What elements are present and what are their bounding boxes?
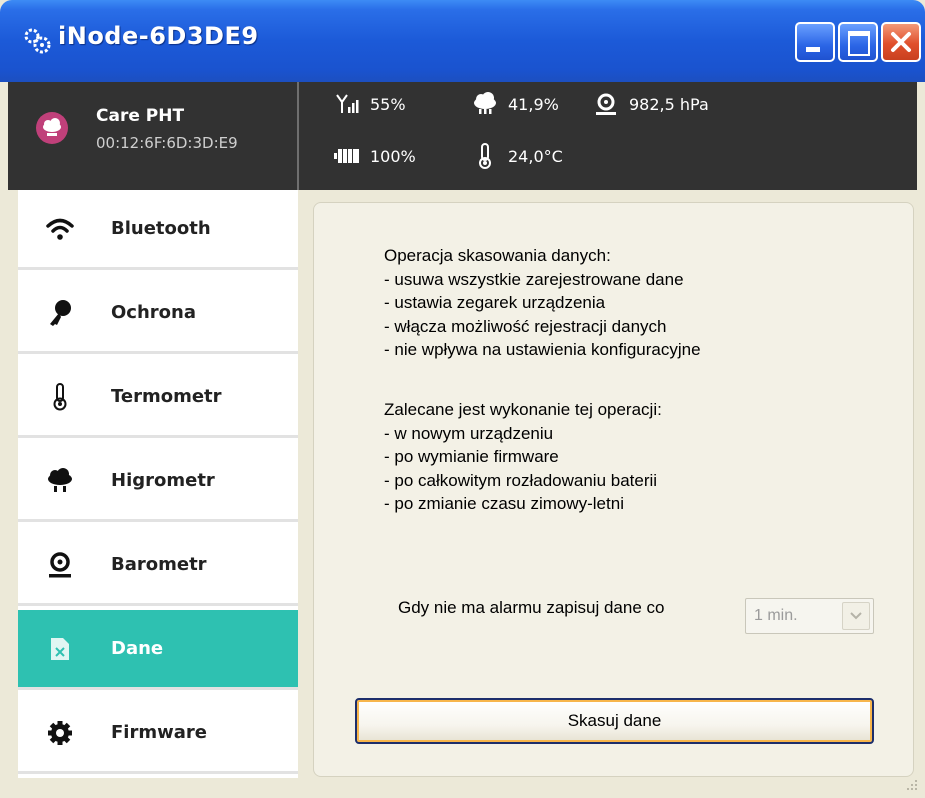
text-line: Operacja skasowania danych:: [384, 246, 611, 265]
wipe-description: Operacja skasowania danych: - usuwa wszy…: [384, 244, 701, 362]
cloud-icon: [43, 118, 61, 136]
recommendation-list: Zalecane jest wykonanie tej operacji: - …: [384, 398, 662, 516]
text-line: Zalecane jest wykonanie tej operacji:: [384, 400, 662, 419]
text-line: - po całkowitym rozładowaniu baterii: [384, 470, 658, 490]
sidebar-item-dane[interactable]: Dane: [18, 610, 298, 690]
battery-value: 100%: [370, 146, 416, 166]
interval-value: 1 min.: [754, 607, 798, 624]
resize-grip-icon[interactable]: [905, 778, 919, 792]
thermometer-icon: [46, 382, 74, 412]
humidity-value: 41,9%: [508, 94, 559, 114]
device-avatar: [36, 112, 68, 144]
app-gear-icon: [24, 28, 51, 54]
text-line: - po wymianie firmware: [384, 447, 559, 466]
temperature-value: 24,0°C: [508, 146, 563, 166]
sidebar-item-label: Termometr: [111, 386, 222, 407]
battery-stat: 100%: [334, 144, 416, 168]
device-status-header: Care PHT 00:12:6F:6D:3D:E9 55% 41,9% 982…: [8, 82, 917, 190]
temperature-stat: 24,0°C: [472, 143, 563, 169]
sidebar-item-firmware[interactable]: Firmware: [18, 694, 298, 774]
window-title: iNode-6D3DE9: [58, 22, 259, 50]
text-line: - nie wpływa na ustawienia konfiguracyjn…: [384, 340, 701, 359]
minimize-button[interactable]: [795, 22, 835, 62]
rain-cloud-icon: [46, 466, 74, 496]
rain-cloud-icon: [472, 92, 498, 116]
interval-label: Gdy nie ma alarmu zapisuj dane co: [398, 598, 665, 617]
thermometer-icon: [472, 143, 498, 169]
sidebar-item-ochrona[interactable]: Ochrona: [18, 274, 298, 354]
close-icon: [891, 32, 911, 52]
humidity-stat: 41,9%: [472, 92, 559, 116]
sidebar-item-label: Barometr: [111, 554, 207, 575]
sidebar-item-barometr[interactable]: Barometr: [18, 526, 298, 606]
device-name: Care PHT: [96, 106, 185, 126]
text-line: - ustawia zegarek urządzenia: [384, 293, 606, 312]
wifi-icon: [46, 214, 74, 244]
signal-icon: [334, 92, 360, 116]
gear-icon: [46, 718, 74, 748]
chevron-down-icon: [850, 612, 862, 620]
barometer-icon: [593, 92, 619, 116]
text-line: - włącza możliwość rejestracji danych: [384, 316, 667, 336]
maximize-button[interactable]: [838, 22, 878, 62]
signal-stat: 55%: [334, 92, 406, 116]
interval-select[interactable]: 1 min.: [745, 598, 874, 634]
header-divider: [297, 82, 299, 190]
sidebar-item-higrometr[interactable]: Higrometr: [18, 442, 298, 522]
battery-icon: [334, 144, 360, 168]
device-mac: 00:12:6F:6D:3D:E9: [96, 134, 238, 152]
close-button[interactable]: [881, 22, 921, 62]
text-line: - usuwa wszystkie zarejestrowane dane: [384, 269, 684, 289]
sidebar-item-termometr[interactable]: Termometr: [18, 358, 298, 438]
text-line: - po zmianie czasu zimowy-letni: [384, 494, 624, 513]
pressure-value: 982,5 hPa: [629, 94, 709, 114]
text-line: - w nowym urządzeniu: [384, 423, 554, 443]
pressure-stat: 982,5 hPa: [593, 92, 709, 116]
sidebar: Bluetooth Ochrona Termometr Higrometr Ba…: [18, 190, 298, 778]
sidebar-item-bluetooth[interactable]: Bluetooth: [18, 190, 298, 270]
barometer-icon: [46, 550, 74, 580]
app-window: iNode-6D3DE9 Care PHT 00:12:6F:6D:3D:E9: [0, 0, 925, 798]
sidebar-item-label: Bluetooth: [111, 218, 211, 239]
dropdown-button[interactable]: [842, 602, 870, 630]
sidebar-item-label: Dane: [111, 638, 164, 659]
file-icon: [46, 634, 74, 664]
title-bar[interactable]: iNode-6D3DE9: [0, 0, 925, 82]
wipe-data-button[interactable]: Skasuj dane: [355, 698, 874, 744]
sidebar-item-label: Ochrona: [111, 302, 196, 323]
key-icon: [46, 298, 74, 328]
sidebar-item-label: Firmware: [111, 722, 207, 743]
sidebar-item-label: Higrometr: [111, 470, 215, 491]
device-info: Care PHT 00:12:6F:6D:3D:E9: [8, 82, 297, 190]
signal-value: 55%: [370, 94, 406, 114]
